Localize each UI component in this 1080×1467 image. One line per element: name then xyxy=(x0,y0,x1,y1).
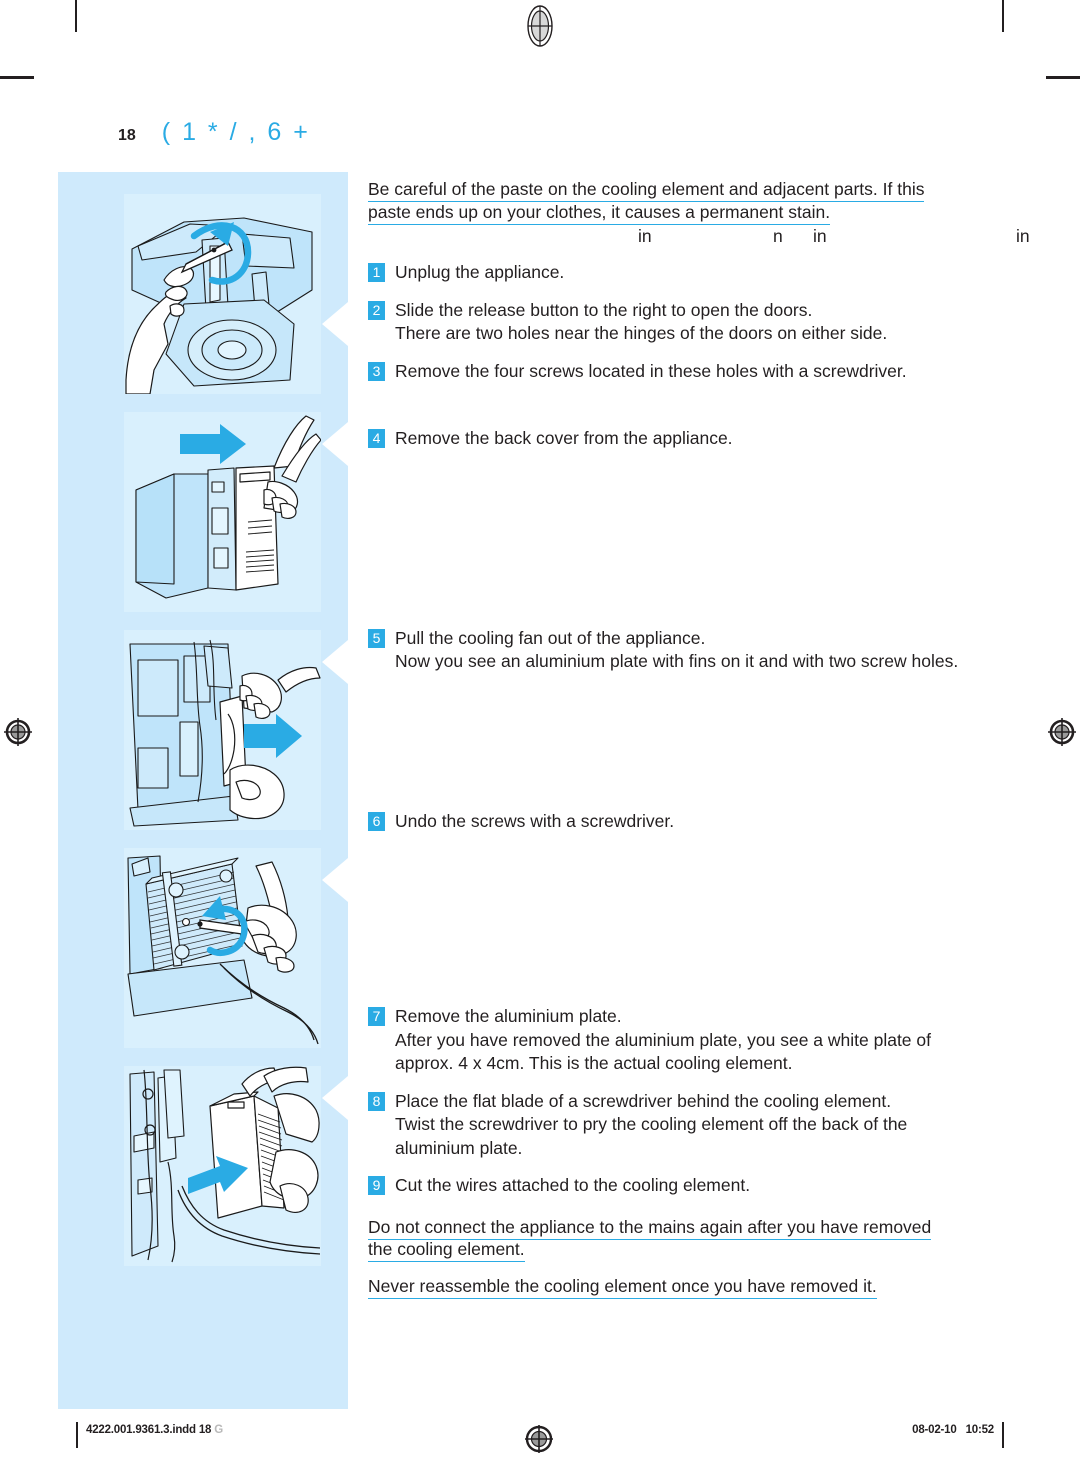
step-1: 1 Unplug the appliance. xyxy=(368,261,988,285)
crop-mark-right-horizontal xyxy=(1046,76,1080,79)
step-number-badge: 5 xyxy=(368,628,385,648)
footer-date: 08-02-10 xyxy=(912,1424,957,1436)
registration-mark-right-middle xyxy=(1048,718,1076,746)
registration-mark-left-middle xyxy=(4,718,32,746)
print-footer: 4222.001.9361.3.indd 18 G 08-02-10 10:52 xyxy=(0,1422,1080,1454)
crop-mark-top-right-vertical xyxy=(1002,0,1004,32)
warning-never-reassemble-text: Never reassemble the cooling element onc… xyxy=(368,1275,877,1299)
footer-file-page: 18 xyxy=(198,1424,212,1436)
footer-timestamp: 08-02-10 10:52 xyxy=(912,1424,994,1436)
warning-never-reassemble: Never reassemble the cooling element onc… xyxy=(368,1275,988,1299)
registration-mark-top-center xyxy=(527,5,553,47)
step-text: Slide the release button to the right to… xyxy=(395,299,813,320)
footer-rule-left xyxy=(76,1422,78,1448)
step-text: Place the flat blade of a screwdriver be… xyxy=(395,1090,892,1111)
step-9: 9 Cut the wires attached to the cooling … xyxy=(368,1174,988,1198)
warning-do-not-reconnect-line1: Do not connect the appliance to the main… xyxy=(368,1216,932,1240)
footer-file-mark: G xyxy=(214,1424,223,1436)
illustration-remove-aluminium-plate xyxy=(124,1066,321,1266)
step-number-badge: 9 xyxy=(368,1176,385,1196)
step-text: Cut the wires attached to the cooling el… xyxy=(395,1175,751,1196)
illustration-unscrew-door-hinge-screws xyxy=(124,194,321,394)
instructions-column: Be careful of the paste on the cooling e… xyxy=(368,178,1030,1299)
step-2: 2 Slide the release button to the right … xyxy=(368,299,988,346)
step-text: Remove the four screws located in these … xyxy=(395,360,907,381)
step-7: 7 Remove the aluminium plate. After you … xyxy=(368,1005,988,1076)
step-text: Remove the aluminium plate. xyxy=(395,1006,622,1027)
layout-spacer xyxy=(368,674,988,810)
step-number-badge: 4 xyxy=(368,429,385,449)
panel-notch-3 xyxy=(322,640,348,684)
page-number: 18 xyxy=(118,127,136,144)
layout-spacer xyxy=(368,451,988,627)
step-subtext: There are two holes near the hinges of t… xyxy=(395,323,888,344)
step-number-badge: 7 xyxy=(368,1007,385,1027)
warning-do-not-reconnect: Do not connect the appliance to the main… xyxy=(368,1216,988,1263)
illustration-remove-back-cover xyxy=(124,412,321,612)
step-number-badge: 6 xyxy=(368,811,385,831)
step-number-badge: 1 xyxy=(368,263,385,283)
layout-spacer xyxy=(368,383,988,427)
footer-rule-right xyxy=(1002,1422,1004,1448)
step-subtext: Now you see an aluminium plate with fins… xyxy=(395,651,959,672)
fragment-4: in xyxy=(1016,226,1030,247)
footer-time: 10:52 xyxy=(965,1424,995,1436)
footer-file-name: 4222.001.9361.3.indd xyxy=(86,1424,196,1436)
step-subtext: After you have removed the aluminium pla… xyxy=(395,1029,931,1074)
step-text: Unplug the appliance. xyxy=(395,262,565,283)
step-number-badge: 8 xyxy=(368,1091,385,1111)
panel-notch-1 xyxy=(322,302,348,346)
warning-paste-stain-line1: Be careful of the paste on the cooling e… xyxy=(368,179,925,202)
step-6: 6 Undo the screws with a screwdriver. xyxy=(368,810,988,834)
page-header: 18 ( 1 * / , 6 + xyxy=(118,118,310,147)
illustration-column xyxy=(58,172,348,1409)
warning-paste-stain-line2: paste ends up on your clothes, it causes… xyxy=(368,201,831,225)
panel-notch-5 xyxy=(322,1076,348,1120)
illustration-pull-cooling-fan-out xyxy=(124,630,321,830)
layout-spacer xyxy=(368,833,988,1005)
step-3: 3 Remove the four screws located in thes… xyxy=(368,360,988,384)
step-4: 4 Remove the back cover from the applian… xyxy=(368,427,988,451)
fragment-2: n xyxy=(773,226,783,247)
footer-file-info: 4222.001.9361.3.indd 18 G xyxy=(86,1424,223,1436)
crop-mark-top-left-vertical xyxy=(75,0,77,32)
panel-notch-2 xyxy=(322,422,348,466)
fragment-1: in xyxy=(638,226,652,247)
crop-mark-left-horizontal xyxy=(0,76,34,79)
step-text: Pull the cooling fan out of the applianc… xyxy=(395,627,706,648)
step-8: 8 Place the flat blade of a screwdriver … xyxy=(368,1090,988,1161)
step-number-badge: 2 xyxy=(368,300,385,320)
step-text: Remove the back cover from the appliance… xyxy=(395,428,733,449)
warning-paste-stain: Be careful of the paste on the cooling e… xyxy=(368,178,988,225)
step-subtext: Twist the screwdriver to pry the cooling… xyxy=(395,1114,908,1158)
step-text: Undo the screws with a screwdriver. xyxy=(395,810,675,831)
step-5: 5 Pull the cooling fan out of the applia… xyxy=(368,627,988,674)
step-number-badge: 3 xyxy=(368,361,385,381)
panel-notch-4 xyxy=(322,858,348,902)
partial-text-fragments: in n in in xyxy=(368,225,1030,249)
fragment-3: in xyxy=(813,226,827,247)
chapter-title: ( 1 * / , 6 + xyxy=(161,118,311,146)
illustration-undo-screws-aluminium-plate xyxy=(124,848,321,1048)
warning-do-not-reconnect-line2: the cooling element. xyxy=(368,1239,525,1263)
